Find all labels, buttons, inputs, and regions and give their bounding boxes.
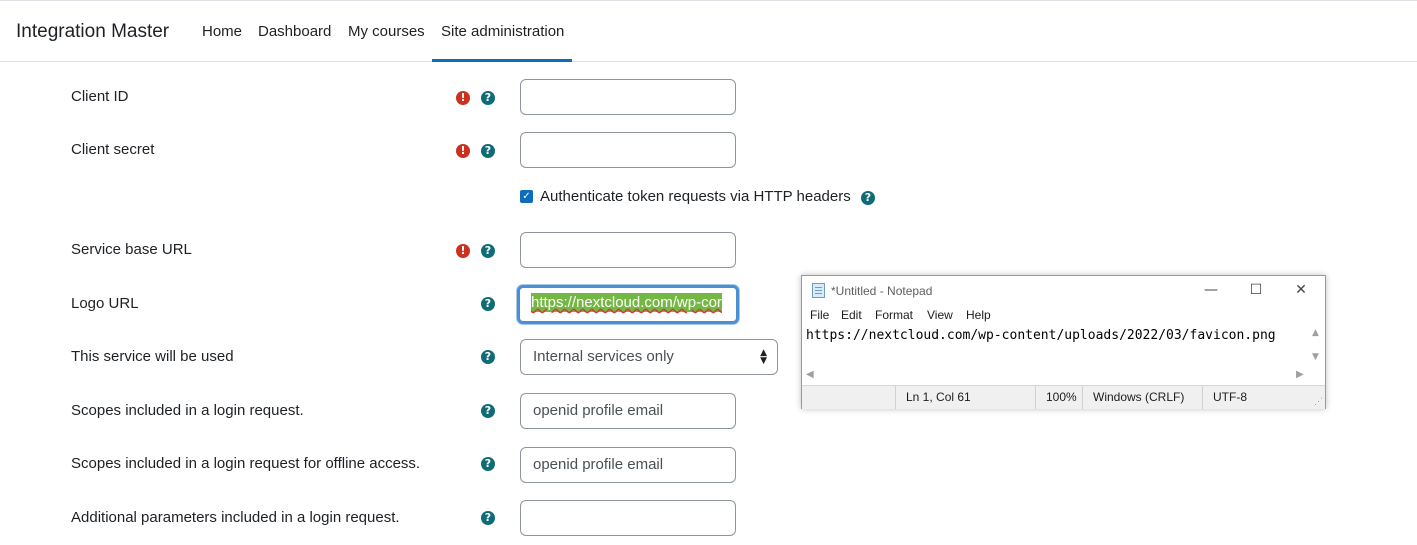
service-usage-value: Internal services only <box>533 348 674 365</box>
help-icon[interactable]: ? <box>481 144 495 158</box>
menu-view[interactable]: View <box>927 308 953 322</box>
client-secret-label: Client secret <box>71 141 155 158</box>
minimize-icon[interactable]: — <box>1191 279 1231 301</box>
help-icon[interactable]: ? <box>481 457 495 471</box>
service-usage-select[interactable]: Internal services only ▲ ▼ <box>520 339 778 375</box>
top-navbar: Integration Master Home Dashboard My cou… <box>0 0 1417 62</box>
line-ending: Windows (CRLF) <box>1082 386 1184 409</box>
help-icon[interactable]: ? <box>481 511 495 525</box>
cursor-position: Ln 1, Col 61 <box>895 386 971 409</box>
scopes-offline-input[interactable]: openid profile email <box>520 447 736 483</box>
select-caret-icon: ▲ ▼ <box>760 348 767 366</box>
vertical-scrollbar[interactable]: ▲ ▼ <box>1310 326 1324 369</box>
zoom-level: 100% <box>1035 386 1077 409</box>
maximize-icon[interactable]: ☐ <box>1236 279 1276 301</box>
required-icon[interactable]: ! <box>456 91 470 105</box>
scopes-login-input[interactable]: openid profile email <box>520 393 736 429</box>
required-icon[interactable]: ! <box>456 244 470 258</box>
scroll-right-icon[interactable]: ▶ <box>1296 369 1304 380</box>
help-icon[interactable]: ? <box>481 404 495 418</box>
scroll-up-icon[interactable]: ▲ <box>1312 328 1319 338</box>
nav-home[interactable]: Home <box>202 23 242 40</box>
active-nav-indicator <box>432 59 572 62</box>
notepad-title: *Untitled - Notepad <box>831 284 933 298</box>
nav-site-administration[interactable]: Site administration <box>441 23 564 40</box>
client-id-label: Client ID <box>71 88 129 105</box>
menu-file[interactable]: File <box>810 308 829 322</box>
resize-grip-icon[interactable]: ⋰ <box>1314 396 1323 407</box>
horizontal-scrollbar[interactable]: ◀ ▶ <box>802 369 1311 384</box>
scroll-down-icon[interactable]: ▼ <box>1312 352 1319 362</box>
help-icon[interactable]: ? <box>481 350 495 364</box>
selected-url-text: https://nextcloud.com/wp-cor <box>531 293 722 312</box>
client-id-input[interactable] <box>520 79 736 115</box>
service-base-url-input[interactable] <box>520 232 736 268</box>
notepad-status-bar: Ln 1, Col 61 100% Windows (CRLF) UTF-8 ⋰ <box>802 385 1325 409</box>
nav-my-courses[interactable]: My courses <box>348 23 425 40</box>
service-base-url-label: Service base URL <box>71 241 192 258</box>
client-secret-input[interactable] <box>520 132 736 168</box>
required-icon[interactable]: ! <box>456 144 470 158</box>
help-icon[interactable]: ? <box>481 91 495 105</box>
site-brand[interactable]: Integration Master <box>16 21 169 43</box>
menu-edit[interactable]: Edit <box>841 308 862 322</box>
menu-help[interactable]: Help <box>966 308 991 322</box>
scopes-login-label: Scopes included in a login request. <box>71 402 304 419</box>
notepad-text-area[interactable]: https://nextcloud.com/wp-content/uploads… <box>806 328 1276 343</box>
encoding: UTF-8 <box>1202 386 1247 409</box>
logo-url-input[interactable]: https://nextcloud.com/wp-cor <box>517 285 739 324</box>
scopes-offline-label: Scopes included in a login request for o… <box>71 455 421 472</box>
logo-url-label: Logo URL <box>71 295 139 312</box>
auth-header-label: Authenticate token requests via HTTP hea… <box>540 188 851 205</box>
scroll-left-icon[interactable]: ◀ <box>806 369 814 380</box>
notepad-window[interactable]: *Untitled - Notepad — ☐ ✕ File Edit Form… <box>801 275 1326 409</box>
help-icon[interactable]: ? <box>481 297 495 311</box>
menu-format[interactable]: Format <box>875 308 913 322</box>
service-usage-label: This service will be used <box>71 348 234 365</box>
notepad-app-icon <box>812 283 825 298</box>
close-icon[interactable]: ✕ <box>1281 279 1321 301</box>
help-icon[interactable]: ? <box>481 244 495 258</box>
nav-dashboard[interactable]: Dashboard <box>258 23 331 40</box>
help-icon[interactable]: ? <box>861 191 875 205</box>
auth-header-checkbox[interactable]: ✓ <box>520 190 533 203</box>
additional-params-label: Additional parameters included in a logi… <box>71 509 400 526</box>
additional-params-input[interactable] <box>520 500 736 536</box>
